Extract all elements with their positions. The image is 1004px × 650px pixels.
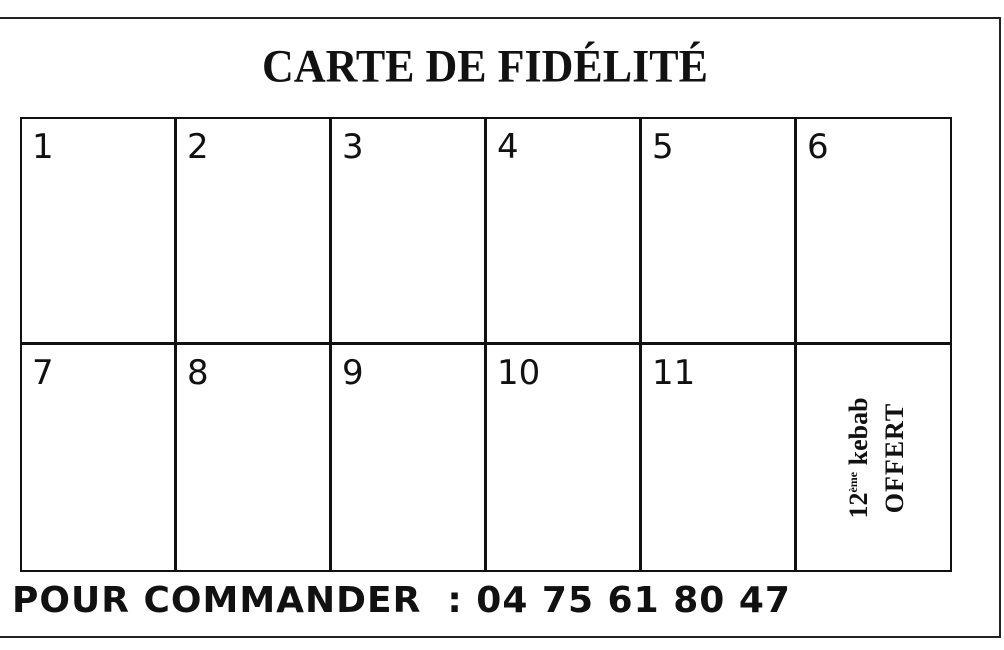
- stamp-number: 4: [497, 127, 519, 167]
- stamp-cell-10: 10: [487, 345, 642, 571]
- stamp-number: 7: [32, 353, 54, 393]
- stamp-number: 1: [32, 127, 54, 167]
- stamp-number: 6: [807, 127, 829, 167]
- reward-status: OFFERT: [879, 402, 909, 514]
- stamp-cell-9: 9: [332, 345, 487, 571]
- stamp-cell-2: 2: [177, 119, 332, 345]
- stamp-cell-6: 6: [797, 119, 952, 345]
- order-colon: :: [447, 580, 463, 621]
- order-label: POUR COMMANDER: [12, 580, 422, 621]
- card-title: CARTE DE FIDÉLITÉ: [262, 40, 708, 93]
- stamp-number: 8: [187, 353, 209, 393]
- stamp-cell-5: 5: [642, 119, 797, 345]
- stamp-number: 11: [652, 353, 696, 393]
- reward-ordinal: ème: [845, 471, 860, 493]
- reward-number: 12: [843, 492, 873, 519]
- stamp-number: 3: [342, 127, 364, 167]
- stamp-cell-8: 8: [177, 345, 332, 571]
- stamp-cell-3: 3: [332, 119, 487, 345]
- stamp-cell-11: 11: [642, 345, 797, 571]
- stamp-cell-1: 1: [22, 119, 177, 345]
- stamp-grid: 1 2 3 4 5 6 7 8 9 10 11 12ème kebab OFFE…: [20, 117, 952, 572]
- stamp-number: 10: [497, 353, 541, 393]
- stamp-number: 5: [652, 127, 674, 167]
- stamp-cell-4: 4: [487, 119, 642, 345]
- stamp-number: 9: [342, 353, 364, 393]
- reward-line-1: 12ème kebab: [835, 358, 877, 558]
- order-footer: POUR COMMANDER: 04 75 61 80 47: [12, 573, 992, 629]
- phone-number[interactable]: 04 75 61 80 47: [476, 580, 791, 621]
- stamp-cell-7: 7: [22, 345, 177, 571]
- reward-text: 12ème kebab OFFERT: [797, 345, 952, 571]
- reward-item: kebab: [843, 397, 873, 466]
- loyalty-card: CARTE DE FIDÉLITÉ 1 2 3 4 5 6 7 8 9 10 1…: [0, 17, 1001, 638]
- stamp-number: 2: [187, 127, 209, 167]
- reward-cell: 12ème kebab OFFERT: [797, 345, 952, 571]
